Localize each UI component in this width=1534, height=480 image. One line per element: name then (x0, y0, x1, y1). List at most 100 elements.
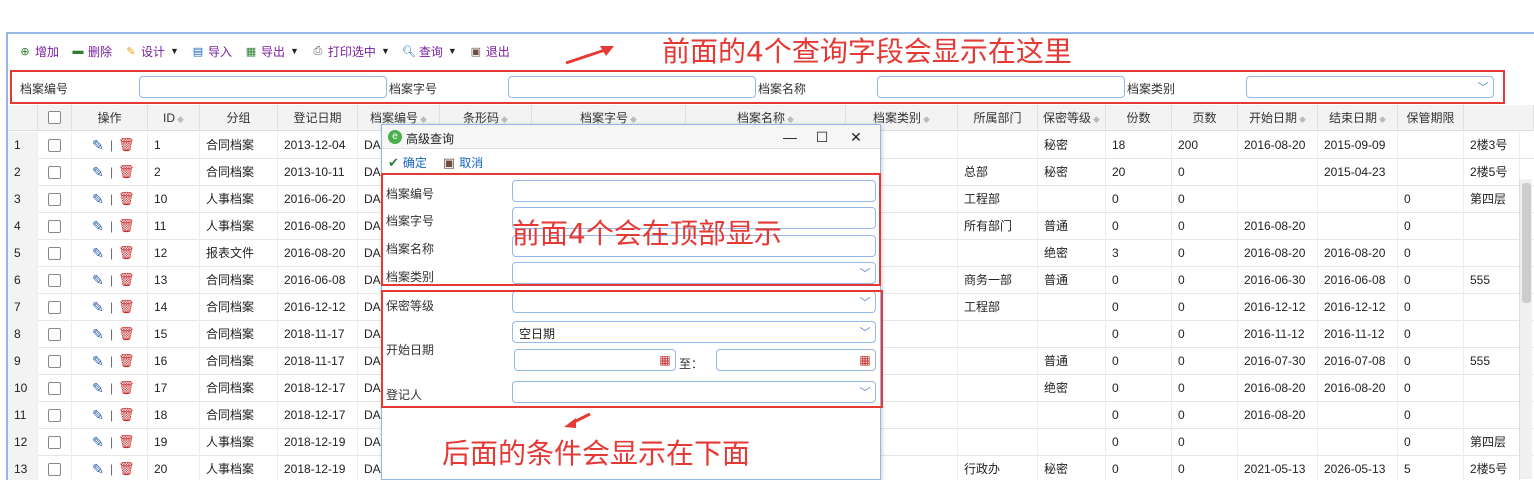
check-icon: ✔ (388, 154, 399, 170)
dialog-select-archive-category[interactable]: ﹀ (512, 262, 876, 284)
query-button[interactable]: 🔍︎ 查询 ▼ (402, 43, 457, 60)
search-select-archive-category[interactable]: ﹀ (1246, 76, 1494, 98)
cell-department (958, 402, 1038, 429)
trash-icon[interactable]: 🗑︎ (118, 407, 135, 423)
close-icon[interactable]: ✕ (846, 127, 866, 147)
trash-icon[interactable]: 🗑︎ (118, 299, 135, 315)
export-button[interactable]: ▦ 导出 ▼ (244, 43, 299, 60)
edit-icon[interactable]: ✎ (92, 164, 108, 180)
dialog-input-archive-no[interactable] (512, 180, 876, 202)
cell-pages: 0 (1172, 402, 1238, 429)
cell-group: 人事档案 (200, 213, 278, 240)
dialog-titlebar[interactable]: e 高级查询 — ☐ ✕ (382, 125, 880, 149)
dialog-select-date-mode[interactable]: 空日期 ﹀ (512, 321, 876, 343)
trash-icon[interactable]: 🗑︎ (118, 164, 135, 180)
design-button[interactable]: ✎ 设计 ▼ (124, 43, 179, 60)
cancel-button[interactable]: ▣ 取消 (443, 154, 483, 171)
row-number: 1 (8, 132, 38, 159)
delete-button[interactable]: ▬ 删除 (71, 43, 113, 60)
trash-icon[interactable]: 🗑︎ (118, 245, 135, 261)
edit-icon[interactable]: ✎ (92, 299, 108, 315)
dialog-select-security[interactable]: ﹀ (512, 291, 876, 313)
edit-icon[interactable]: ✎ (92, 407, 108, 423)
confirm-button[interactable]: ✔ 确定 (388, 154, 427, 171)
cell-department (958, 240, 1038, 267)
action-separator: | (110, 381, 114, 395)
trash-icon[interactable]: 🗑︎ (118, 137, 135, 153)
header-end-date[interactable]: 结束日期 ◆ (1318, 105, 1398, 131)
search-icon: 🔍︎ (401, 45, 416, 58)
calendar-icon[interactable]: ▦ (857, 352, 873, 368)
search-input-archive-name[interactable] (877, 76, 1125, 98)
edit-icon[interactable]: ✎ (92, 245, 108, 261)
cell-group: 报表文件 (200, 240, 278, 267)
action-separator: | (110, 192, 114, 206)
scrollbar-thumb[interactable] (1522, 183, 1531, 303)
trash-icon[interactable]: 🗑︎ (118, 353, 135, 369)
maximize-icon[interactable]: ☐ (812, 127, 832, 147)
row-checkbox[interactable] (48, 355, 61, 368)
cell-start-date: 2021-05-13 (1238, 456, 1318, 480)
row-checkbox[interactable] (48, 463, 61, 476)
trash-icon[interactable]: 🗑︎ (118, 191, 135, 207)
header-security[interactable]: 保密等级 ◆ (1038, 105, 1106, 131)
calendar-icon[interactable]: ▦ (657, 352, 673, 368)
cell-select (38, 159, 72, 186)
trash-icon[interactable]: 🗑︎ (118, 218, 135, 234)
row-checkbox[interactable] (48, 193, 61, 206)
row-checkbox[interactable] (48, 274, 61, 287)
row-checkbox[interactable] (48, 301, 61, 314)
cell-reg-date: 2018-11-17 (278, 321, 358, 348)
add-button[interactable]: ⊕ 增加 (18, 43, 59, 60)
edit-icon[interactable]: ✎ (92, 461, 108, 477)
edit-icon[interactable]: ✎ (92, 434, 108, 450)
trash-icon[interactable]: 🗑︎ (118, 326, 135, 342)
advanced-query-dialog: e 高级查询 — ☐ ✕ ✔ 确定 ▣ 取消 档案编号 档案字号 档案名称 档案… (381, 124, 881, 480)
dialog-date-to[interactable]: ▦ (716, 349, 876, 371)
row-number: 12 (8, 429, 38, 456)
cell-group: 合同档案 (200, 375, 278, 402)
row-checkbox[interactable] (48, 436, 61, 449)
search-input-archive-no[interactable] (139, 76, 387, 98)
action-separator: | (110, 354, 114, 368)
exit-button[interactable]: ▣ 退出 (469, 43, 510, 60)
header-start-date[interactable]: 开始日期 ◆ (1238, 105, 1318, 131)
dialog-label-security: 保密等级 (386, 299, 435, 313)
row-checkbox[interactable] (48, 139, 61, 152)
import-button[interactable]: ▤ 导入 (191, 43, 232, 60)
row-number: 9 (8, 348, 38, 375)
row-checkbox[interactable] (48, 220, 61, 233)
edit-icon[interactable]: ✎ (92, 380, 108, 396)
trash-icon[interactable]: 🗑︎ (118, 434, 135, 450)
dialog-label-to: 至： (679, 357, 704, 371)
trash-icon[interactable]: 🗑︎ (118, 461, 135, 477)
search-input-archive-ref[interactable] (508, 76, 756, 98)
header-id[interactable]: ID ◆ (148, 105, 200, 131)
row-checkbox[interactable] (48, 409, 61, 422)
edit-icon[interactable]: ✎ (92, 353, 108, 369)
trash-icon[interactable]: 🗑︎ (118, 380, 135, 396)
header-select-all[interactable] (38, 105, 72, 131)
select-all-checkbox[interactable] (48, 111, 61, 124)
row-checkbox[interactable] (48, 328, 61, 341)
minimize-icon[interactable]: — (780, 127, 800, 147)
edit-icon[interactable]: ✎ (92, 272, 108, 288)
row-checkbox[interactable] (48, 247, 61, 260)
cell-copies: 0 (1106, 267, 1172, 294)
cell-department (958, 429, 1038, 456)
dialog-date-from[interactable]: ▦ (514, 349, 676, 371)
edit-icon[interactable]: ✎ (92, 191, 108, 207)
cell-pages: 0 (1172, 321, 1238, 348)
cell-retention: 0 (1398, 240, 1464, 267)
grid-scrollbar[interactable] (1519, 179, 1532, 479)
cell-start-date: 2016-07-30 (1238, 348, 1318, 375)
trash-icon[interactable]: 🗑︎ (118, 272, 135, 288)
row-checkbox[interactable] (48, 166, 61, 179)
edit-icon[interactable]: ✎ (92, 137, 108, 153)
edit-icon[interactable]: ✎ (92, 326, 108, 342)
dialog-select-registrant[interactable]: ﹀ (512, 381, 876, 403)
row-checkbox[interactable] (48, 382, 61, 395)
cell-id: 2 (148, 159, 200, 186)
print-selected-button[interactable]: ⎙ 打印选中 ▼ (311, 43, 390, 60)
edit-icon[interactable]: ✎ (92, 218, 108, 234)
